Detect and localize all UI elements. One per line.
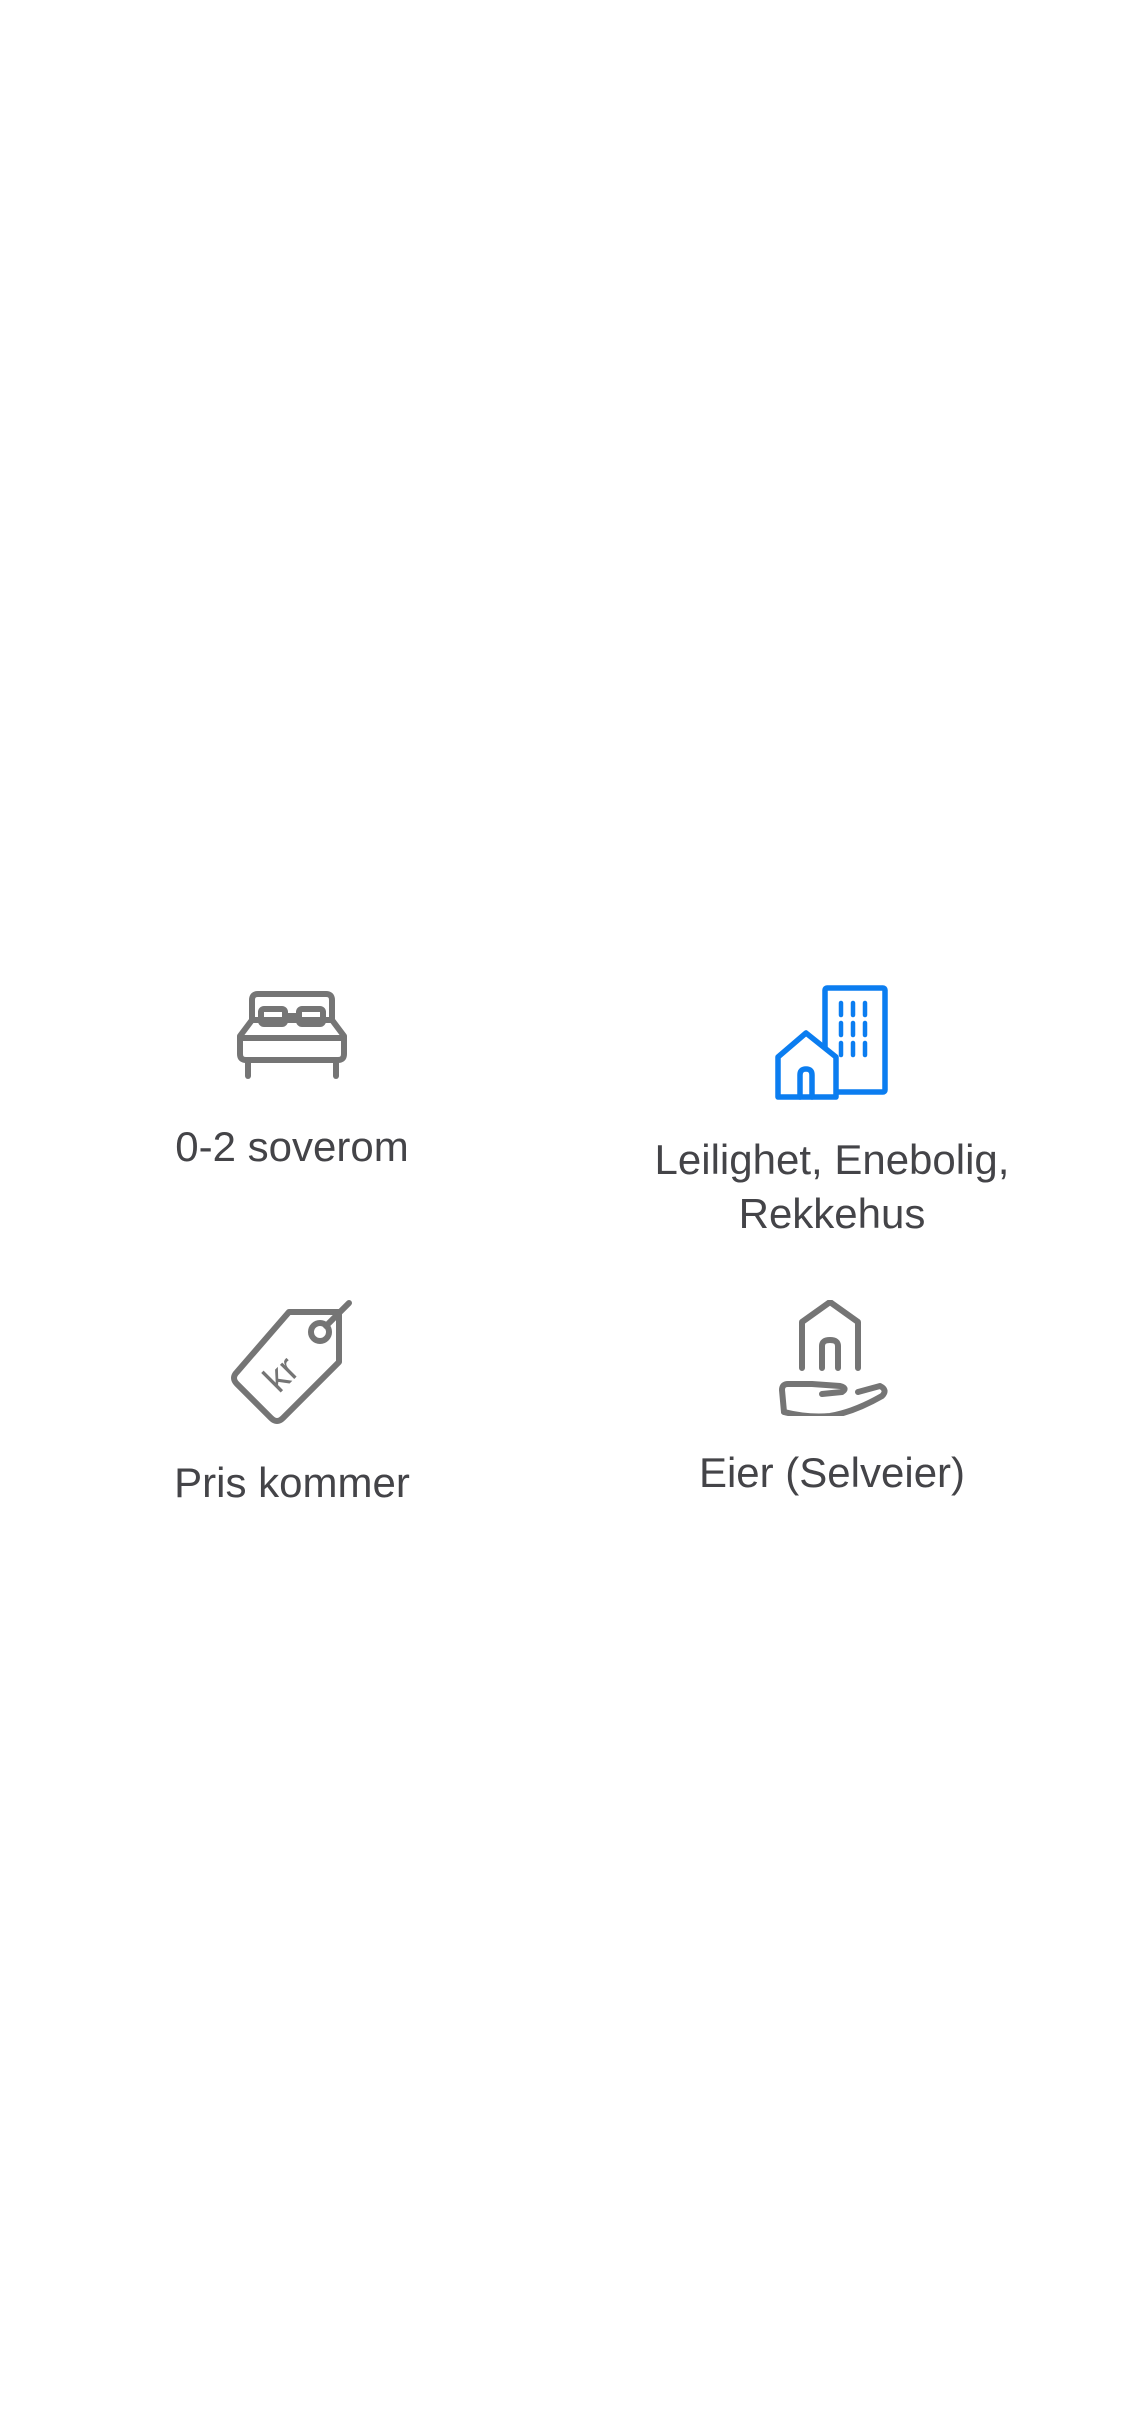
feature-bedrooms: 0-2 soverom [12, 990, 572, 1174]
bedrooms-label: 0-2 soverom [175, 1123, 409, 1170]
price-tag-text: kr [256, 1348, 308, 1400]
ownership-label: Eier (Selveier) [698, 1449, 966, 1496]
price-label: Pris kommer [174, 1459, 410, 1506]
house-in-hand-icon [779, 1300, 888, 1416]
buildings-icon [775, 985, 888, 1100]
property-type-label: Leilighet, Enebolig, Rekkehus [654, 1136, 1010, 1237]
feature-ownership: Eier (Selveier) [552, 1300, 1112, 1500]
feature-price: kr Pris kommer [12, 1300, 572, 1510]
bed-icon [237, 991, 347, 1079]
feature-property-type: Leilighet, Enebolig, Rekkehus [552, 985, 1112, 1241]
price-tag-icon: kr [231, 1300, 352, 1424]
